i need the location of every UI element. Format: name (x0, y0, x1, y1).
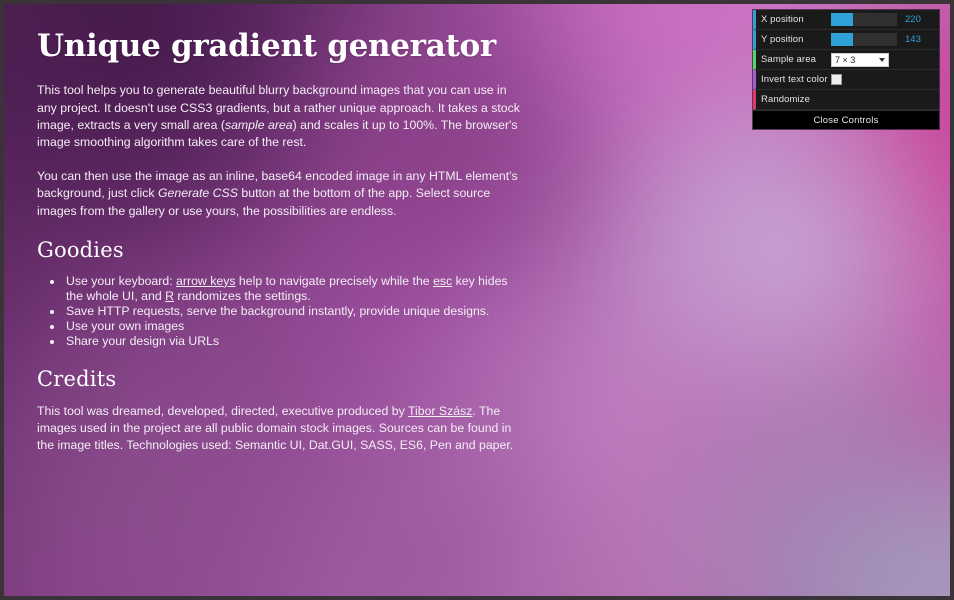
list-item-text: randomizes the settings. (174, 288, 311, 303)
gui-row-randomize[interactable]: Randomize (753, 90, 939, 110)
invert-text-color-label: Invert text color (761, 74, 828, 85)
invert-text-color-checkbox[interactable] (831, 74, 842, 85)
main-content: Unique gradient generator This tool help… (4, 4, 537, 455)
sample-area-label: Sample area (761, 54, 816, 65)
arrow-keys-shortcut: arrow keys (176, 273, 236, 288)
chevron-down-icon (879, 57, 885, 62)
intro-paragraph-2: You can then use the image as an inline,… (37, 168, 520, 220)
gui-row-invert-text-color[interactable]: Invert text color (753, 70, 939, 90)
close-controls-button[interactable]: Close Controls (753, 110, 939, 129)
list-item: Share your design via URLs (64, 334, 526, 349)
list-item: Save HTTP requests, serve the background… (64, 304, 526, 319)
r-key-shortcut: R (165, 288, 175, 303)
x-position-slider[interactable] (831, 13, 897, 26)
intro-paragraph-1: This tool helps you to generate beautifu… (37, 82, 520, 151)
gui-control-panel[interactable]: X position 220 Y position 143 Sample are… (753, 10, 939, 129)
gui-row-y-position[interactable]: Y position 143 (753, 30, 939, 50)
gui-row-sample-area[interactable]: Sample area 7 × 3 (753, 50, 939, 70)
y-position-slider[interactable] (831, 33, 897, 46)
credits-heading: Credits (37, 366, 117, 391)
author-link[interactable]: Tibor Szász (408, 404, 472, 418)
sample-area-select[interactable]: 7 × 3 (831, 52, 889, 67)
app-root: Unique gradient generator This tool help… (0, 0, 954, 600)
esc-key-shortcut: esc (433, 273, 453, 288)
list-item: Use your keyboard: arrow keys help to na… (64, 274, 526, 304)
x-position-value[interactable]: 220 (901, 14, 939, 25)
gui-row-x-position[interactable]: X position 220 (753, 10, 939, 30)
list-item: Use your own images (64, 319, 526, 334)
sample-area-value: 7 × 3 (835, 54, 856, 65)
randomize-label[interactable]: Randomize (761, 94, 831, 105)
y-position-value[interactable]: 143 (901, 34, 939, 45)
emphasis-sample-area: sample area (224, 117, 293, 132)
list-item-text: Use your keyboard: (66, 273, 177, 288)
credits-paragraph: This tool was dreamed, developed, direct… (37, 403, 520, 455)
list-item-text: help to navigate precisely while the (235, 273, 434, 288)
emphasis-generate-css: Generate CSS (157, 186, 238, 201)
credits-text: This tool was dreamed, developed, direct… (37, 403, 408, 418)
y-position-label: Y position (761, 34, 804, 45)
x-position-slider-fill (831, 13, 853, 26)
goodies-list: Use your keyboard: arrow keys help to na… (37, 274, 537, 349)
y-position-slider-fill (831, 33, 853, 46)
goodies-heading: Goodies (37, 237, 124, 262)
x-position-label: X position (761, 14, 804, 25)
page-title: Unique gradient generator (37, 28, 496, 64)
